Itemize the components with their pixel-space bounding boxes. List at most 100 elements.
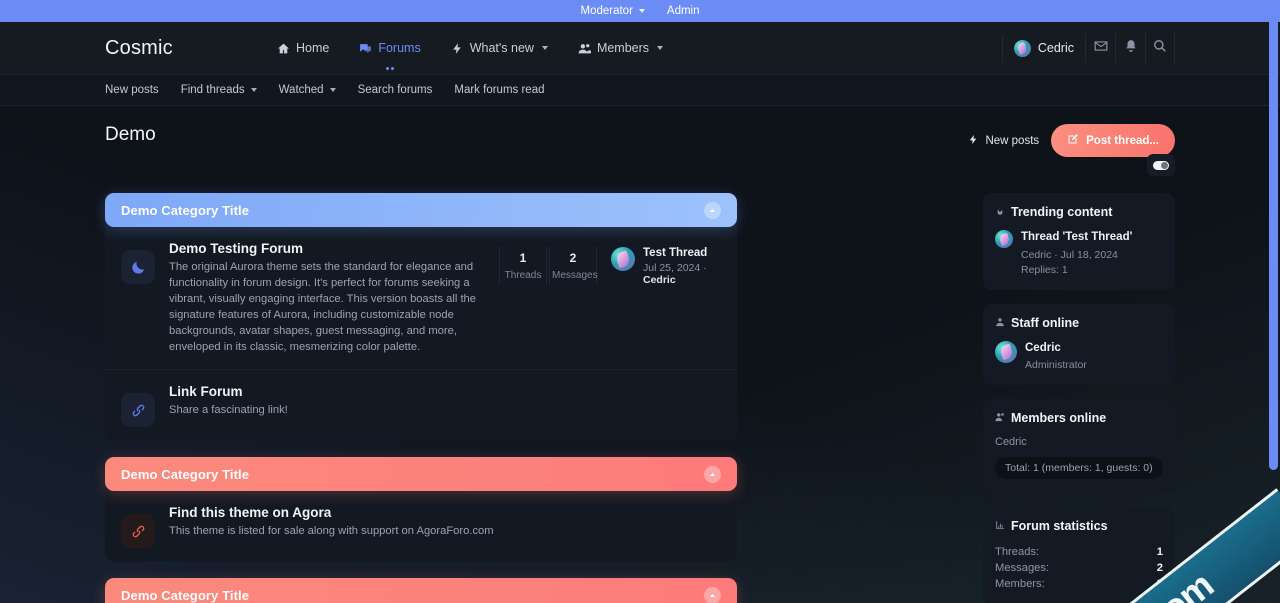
trending-item[interactable]: Thread 'Test Thread' Cedric · Jul 18, 20… <box>995 230 1163 276</box>
forum-stats: 1 Threads 2 Messages <box>499 247 598 285</box>
stat-row-threads: Threads: 1 <box>995 544 1163 560</box>
nav-label-forums: Forums <box>378 41 421 55</box>
stat-label: Members: <box>995 578 1045 591</box>
nav-item-forums[interactable]: Forums <box>357 37 422 70</box>
members-online-total: Total: 1 (members: 1, guests: 0) <box>995 457 1163 480</box>
header-right-cluster: Cedric <box>1001 33 1175 63</box>
last-post-title[interactable]: Test Thread <box>643 247 721 259</box>
chart-icon <box>995 519 1005 533</box>
vertical-scrollbar[interactable] <box>1269 8 1278 470</box>
main-navigation: Home Forums What's new Members <box>275 37 1002 70</box>
member-name[interactable]: Cedric <box>995 436 1163 448</box>
users-icon <box>995 411 1005 425</box>
page-container: Demo New posts Post thread... Demo Categ… <box>105 106 1175 603</box>
forums-icon <box>359 42 372 55</box>
nav-item-whats-new[interactable]: What's new <box>449 37 550 59</box>
subnav-watched-label: Watched <box>278 84 324 96</box>
link-icon <box>121 393 155 428</box>
subnav-watched[interactable]: Watched <box>279 84 336 96</box>
nav-item-home[interactable]: Home <box>275 37 331 59</box>
search-button[interactable] <box>1145 33 1175 63</box>
widget-title: Forum statistics <box>1011 519 1108 534</box>
widget-title: Staff online <box>1011 315 1080 330</box>
alerts-button[interactable] <box>1115 33 1145 63</box>
fire-icon <box>995 205 1005 219</box>
bell-icon <box>1124 39 1138 58</box>
site-logo[interactable]: Cosmic <box>105 37 275 60</box>
forum-row[interactable]: Link Forum Share a fascinating link! <box>105 370 737 441</box>
staff-role: Administrator <box>1025 359 1087 372</box>
post-thread-button[interactable]: Post thread... <box>1051 124 1175 157</box>
last-post-separator: · <box>703 262 707 274</box>
staff-name[interactable]: Cedric <box>1025 341 1087 357</box>
avatar <box>1013 39 1031 57</box>
forum-title[interactable]: Find this theme on Agora <box>169 505 721 520</box>
new-posts-button[interactable]: New posts <box>968 134 1039 148</box>
bolt-icon <box>968 134 979 148</box>
sub-navigation: New posts Find threads Watched Search fo… <box>0 74 1280 106</box>
trending-item-title[interactable]: Thread 'Test Thread' <box>1021 230 1132 246</box>
forum-title[interactable]: Demo Testing Forum <box>169 241 485 256</box>
category-block: Demo Category Title Articles Read and sh… <box>105 578 737 603</box>
stat-label: Threads: <box>995 546 1040 559</box>
user-icon <box>995 316 1005 330</box>
category-body: Find this theme on Agora This theme is l… <box>105 482 737 563</box>
site-header: Cosmic Home Forums What's new Members Ce… <box>0 22 1280 74</box>
inbox-button[interactable] <box>1085 33 1115 63</box>
post-thread-label: Post thread... <box>1086 134 1159 147</box>
stat-value: 1 <box>1156 546 1163 559</box>
last-post-date: Jul 25, 2024 <box>643 262 701 274</box>
moon-icon <box>121 250 155 284</box>
widget-staff-online: Staff online Cedric Administrator <box>983 303 1175 386</box>
subnav-search-forums[interactable]: Search forums <box>358 84 433 96</box>
forum-title[interactable]: Link Forum <box>169 384 721 399</box>
compose-icon <box>1067 133 1079 148</box>
members-icon <box>578 42 591 55</box>
forum-description: This theme is listed for sale along with… <box>169 525 494 538</box>
category-header[interactable]: Demo Category Title <box>105 457 737 492</box>
subnav-find-threads[interactable]: Find threads <box>181 84 257 96</box>
messages-count: 2 <box>569 251 577 265</box>
staffbar-moderator-label: Moderator <box>580 5 633 17</box>
account-username: Cedric <box>1037 41 1074 55</box>
chevron-down-icon <box>638 9 645 13</box>
subnav-mark-forums-read[interactable]: Mark forums read <box>454 84 544 96</box>
last-post-user[interactable]: Cedric <box>643 274 676 286</box>
subnav-new-posts[interactable]: New posts <box>105 84 159 96</box>
category-block: Demo Category Title Demo Testing Forum T… <box>105 193 737 442</box>
category-title: Demo Category Title <box>121 466 250 482</box>
threads-count: 1 <box>519 251 527 265</box>
widget-title: Trending content <box>1011 205 1113 219</box>
bolt-icon <box>451 42 464 55</box>
widget-header: Forum statistics <box>995 519 1163 533</box>
account-menu-button[interactable]: Cedric <box>1001 34 1085 62</box>
collapse-icon[interactable] <box>704 201 721 219</box>
display-mode-toggle[interactable] <box>1147 154 1175 176</box>
toggle-switch[interactable] <box>1153 160 1169 170</box>
forum-row[interactable]: Find this theme on Agora This theme is l… <box>105 491 737 562</box>
nav-label-whats-new: What's new <box>469 41 534 55</box>
nav-label-members: Members <box>596 41 650 55</box>
forum-description: Share a fascinating link! <box>169 404 288 417</box>
staffbar-moderator-link[interactable]: Moderator <box>580 5 645 17</box>
category-header[interactable]: Demo Category Title <box>105 193 737 227</box>
widget-header: Members online <box>995 411 1163 425</box>
messages-label: Messages <box>552 270 598 281</box>
avatar[interactable] <box>995 230 1013 248</box>
forum-description: The original Aurora theme sets the stand… <box>169 261 476 353</box>
collapse-icon[interactable] <box>704 465 721 483</box>
chevron-down-icon <box>657 46 664 50</box>
stat-row-messages: Messages: 2 <box>995 560 1163 576</box>
category-header[interactable]: Demo Category Title <box>105 578 737 603</box>
home-icon <box>277 42 290 55</box>
avatar[interactable] <box>995 340 1017 363</box>
avatar[interactable] <box>611 247 635 271</box>
widget-header: Trending content <box>995 205 1163 219</box>
collapse-icon[interactable] <box>704 586 721 603</box>
nav-item-members[interactable]: Members <box>576 37 665 59</box>
forum-row[interactable]: Demo Testing Forum The original Aurora t… <box>105 227 737 371</box>
staff-item[interactable]: Cedric Administrator <box>995 340 1163 372</box>
category-title: Demo Category Title <box>121 202 250 218</box>
staffbar-admin-link[interactable]: Admin <box>667 5 700 17</box>
chevron-down-icon <box>329 88 336 92</box>
